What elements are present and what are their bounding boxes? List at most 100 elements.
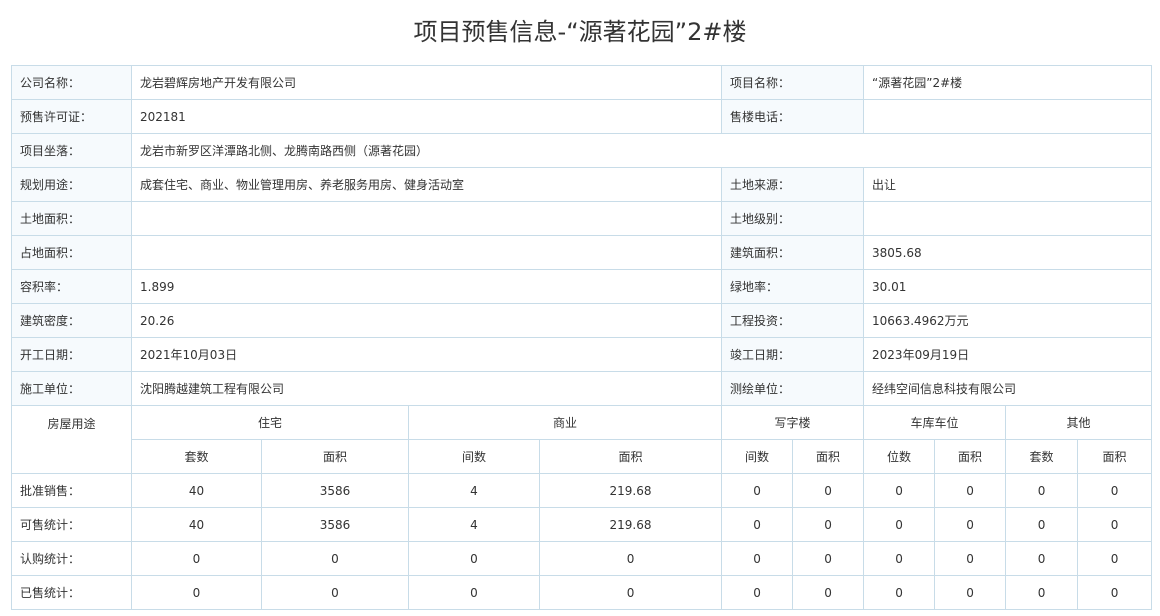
group-header-commercial: 商业: [407, 405, 723, 440]
stat-cell: 40: [131, 507, 262, 542]
land-source-label: 土地来源：: [721, 167, 865, 202]
subheader-cell: 间数: [408, 439, 540, 474]
stat-cell: 4: [408, 473, 540, 508]
group-header-parking: 车库车位: [863, 405, 1007, 440]
builder-label: 施工单位：: [11, 371, 132, 406]
row-label: 可售统计：: [11, 507, 132, 542]
stat-cell: 0: [934, 575, 1007, 610]
group-header-other: 其他: [1005, 405, 1153, 440]
finish-label: 竣工日期：: [721, 337, 865, 372]
start-label: 开工日期：: [11, 337, 132, 372]
stat-cell: 0: [721, 507, 794, 542]
stat-cell: 0: [1005, 473, 1079, 508]
occupied-label: 占地面积：: [11, 235, 132, 270]
usage-label: 规划用途：: [11, 167, 132, 202]
info-row-units: 施工单位： 沈阳腾越建筑工程有限公司 测绘单位： 经纬空间信息科技有限公司: [11, 371, 1153, 406]
subheader-cell: 面积: [261, 439, 409, 474]
land-level-label: 土地级别：: [721, 201, 865, 236]
invest-value: 10663.4962万元: [863, 303, 1153, 338]
subheader-cell: 套数: [1005, 439, 1079, 474]
info-row-dates: 开工日期： 2021年10月03日 竣工日期： 2023年09月19日: [11, 337, 1153, 372]
subheader-cell: 位数: [863, 439, 936, 474]
row-label: 已售统计：: [11, 575, 132, 610]
usage-value: 成套住宅、商业、物业管理用房、养老服务用房、健身活动室: [130, 167, 723, 202]
stat-cell: 3586: [261, 473, 409, 508]
row-label: 批准销售：: [11, 473, 132, 508]
stat-cell: 0: [408, 575, 540, 610]
info-row-location: 项目坐落： 龙岩市新罗区洋潭路北侧、龙腾南路西侧（源著花园）: [11, 133, 1153, 168]
stat-cell: 0: [1077, 575, 1153, 610]
stat-cell: 0: [934, 473, 1007, 508]
stat-cell: 0: [1077, 541, 1153, 576]
project-label: 项目名称：: [721, 65, 865, 100]
build-area-value: 3805.68: [863, 235, 1153, 270]
stat-cell: 219.68: [538, 473, 723, 508]
subheader-cell: 面积: [1077, 439, 1153, 474]
stat-cell: 0: [721, 473, 794, 508]
stat-cell: 0: [792, 575, 865, 610]
stats-row-available: 可售统计： 40 3586 4 219.68 0 0 0 0 0 0: [11, 507, 1153, 542]
stat-cell: 0: [408, 541, 540, 576]
stat-cell: 40: [131, 473, 262, 508]
stat-cell: 219.68: [538, 507, 723, 542]
stats-group-header-row: 房屋用途 住宅 商业 写字楼 车库车位 其他: [11, 405, 1153, 474]
land-level-value: [863, 201, 1153, 236]
land-area-value: [130, 201, 723, 236]
stat-cell: 0: [863, 575, 936, 610]
subheader-cell: 间数: [721, 439, 794, 474]
stat-cell: 0: [792, 507, 865, 542]
project-value: “源著花园”2#楼: [863, 65, 1153, 100]
density-value: 20.26: [130, 303, 723, 338]
info-row-land-area: 土地面积： 土地级别：: [11, 201, 1153, 236]
stat-cell: 0: [1005, 575, 1079, 610]
presale-info-table: 公司名称： 龙岩碧辉房地产开发有限公司 项目名称： “源著花园”2#楼 预售许可…: [11, 65, 1153, 610]
info-row-usage: 规划用途： 成套住宅、商业、物业管理用房、养老服务用房、健身活动室 土地来源： …: [11, 167, 1153, 202]
info-row-far: 容积率： 1.899 绿地率： 30.01: [11, 269, 1153, 304]
stat-cell: 0: [792, 541, 865, 576]
land-area-label: 土地面积：: [11, 201, 132, 236]
subheader-cell: 面积: [792, 439, 865, 474]
info-row-density: 建筑密度： 20.26 工程投资： 10663.4962万元: [11, 303, 1153, 338]
stat-cell: 4: [408, 507, 540, 542]
stat-cell: 0: [1005, 507, 1079, 542]
stat-cell: 0: [721, 541, 794, 576]
page-title: 项目预售信息-“源著花园”2#楼: [413, 18, 747, 46]
stat-cell: 0: [261, 575, 409, 610]
stat-cell: 0: [863, 541, 936, 576]
density-label: 建筑密度：: [11, 303, 132, 338]
group-header-residential: 住宅: [131, 405, 409, 440]
green-label: 绿地率：: [721, 269, 865, 304]
stats-subheader-row: 套数 面积 间数 面积 间数 面积 位数 面积 套数 面积: [12, 439, 1153, 474]
surveyor-label: 测绘单位：: [721, 371, 865, 406]
surveyor-value: 经纬空间信息科技有限公司: [863, 371, 1153, 406]
stat-cell: 0: [1077, 473, 1153, 508]
green-value: 30.01: [863, 269, 1153, 304]
subheader-cell: 面积: [538, 439, 723, 474]
info-row-permit: 预售许可证： 202181 售楼电话：: [11, 99, 1153, 134]
stat-cell: 0: [1077, 507, 1153, 542]
stat-cell: 0: [792, 473, 865, 508]
company-label: 公司名称：: [11, 65, 132, 100]
stat-cell: 0: [538, 541, 723, 576]
company-value: 龙岩碧辉房地产开发有限公司: [130, 65, 723, 100]
land-source-value: 出让: [863, 167, 1153, 202]
stat-cell: 0: [261, 541, 409, 576]
permit-value: 202181: [130, 99, 723, 134]
stat-cell: 0: [131, 541, 262, 576]
builder-value: 沈阳腾越建筑工程有限公司: [130, 371, 723, 406]
finish-value: 2023年09月19日: [863, 337, 1153, 372]
stats-row-sold: 已售统计： 0 0 0 0 0 0 0 0 0 0: [11, 575, 1153, 610]
stat-cell: 0: [721, 575, 794, 610]
invest-label: 工程投资：: [721, 303, 865, 338]
subheader-cell: 套数: [131, 439, 262, 474]
permit-label: 预售许可证：: [11, 99, 132, 134]
phone-label: 售楼电话：: [721, 99, 865, 134]
stats-row-approved: 批准销售： 40 3586 4 219.68 0 0 0 0 0 0: [11, 473, 1153, 508]
stat-cell: 0: [538, 575, 723, 610]
phone-value: [863, 99, 1153, 134]
build-area-label: 建筑面积：: [721, 235, 865, 270]
row-label: 认购统计：: [11, 541, 132, 576]
stat-cell: 0: [934, 541, 1007, 576]
info-row-company: 公司名称： 龙岩碧辉房地产开发有限公司 项目名称： “源著花园”2#楼: [11, 65, 1153, 100]
usage-header: 房屋用途: [11, 405, 132, 474]
